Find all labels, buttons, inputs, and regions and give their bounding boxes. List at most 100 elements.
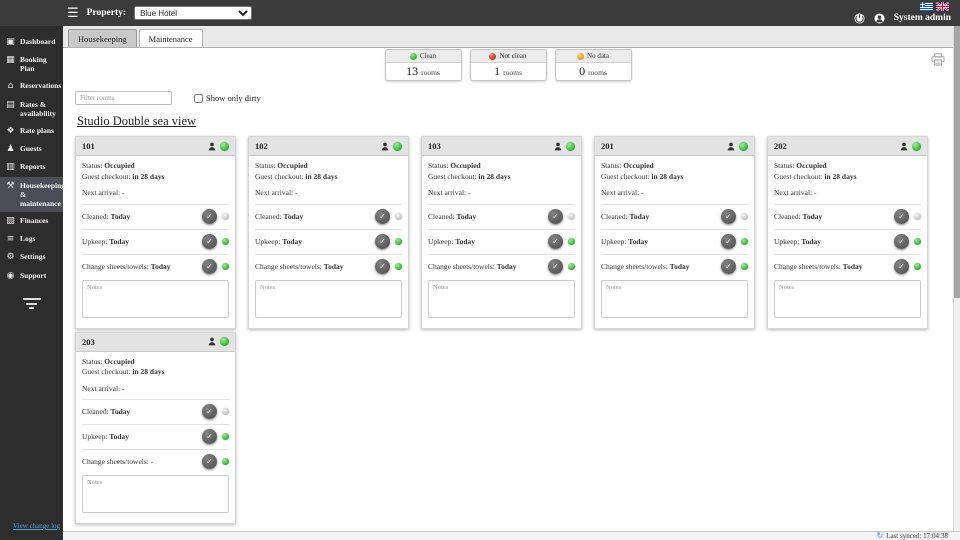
sidebar-item-label: Logs — [20, 234, 36, 244]
task-row-change-sheets-towels: Change sheets/towels: Today ✓ — [601, 253, 748, 274]
room-notes-input[interactable] — [774, 279, 921, 318]
task-complete-button[interactable]: ✓ — [375, 208, 390, 224]
sidebar-item-label: Finances — [20, 215, 49, 225]
show-only-dirty-label: Show only dirty — [206, 93, 261, 103]
property-select[interactable]: Blue Hotel — [134, 6, 253, 20]
task-label: Change sheets/towels: - — [82, 457, 154, 466]
sidebar-item-guests[interactable]: ♟ Guests — [0, 140, 63, 158]
last-synced-text: Last synced: 17:04:38 — [886, 532, 948, 540]
sidebar-item-settings[interactable]: ⚙ Settings — [0, 248, 63, 266]
room-notes-input[interactable] — [428, 279, 575, 318]
filter-row: Show only dirty — [75, 91, 953, 105]
sidebar-item-booking-plan[interactable]: ▦ Booking Plan — [0, 51, 63, 77]
task-label: Change sheets/towels: Today — [82, 261, 171, 271]
room-number: 101 — [82, 141, 95, 151]
room-info-line: Guest checkout: in 28 days — [82, 367, 165, 376]
status-footer: ↻ Last synced: 17:04:38 — [63, 531, 960, 540]
summary-box-clean: Clean 13 rooms — [384, 49, 462, 81]
hamburger-menu-icon[interactable]: ☰ — [67, 7, 79, 20]
tab-bar: Housekeeping Maintenance — [63, 26, 960, 48]
sidebar-item-rates-availability[interactable]: ▤ Rates & availability — [0, 96, 63, 122]
task-complete-button[interactable]: ✓ — [548, 208, 563, 224]
task-complete-button[interactable]: ✓ — [202, 258, 217, 274]
task-label: Upkeep: Today — [82, 236, 130, 246]
task-status-dot — [568, 212, 575, 220]
task-complete-button[interactable]: ✓ — [721, 233, 736, 249]
task-status-dot — [395, 212, 402, 220]
task-label: Change sheets/towels: Today — [601, 261, 690, 271]
filter-rooms-input[interactable] — [75, 91, 172, 105]
sidebar-item-support[interactable]: ◉ Support — [0, 267, 63, 285]
task-complete-button[interactable]: ✓ — [894, 258, 909, 274]
room-number: 202 — [774, 141, 787, 151]
sidebar-item-reports[interactable]: ▥ Reports — [0, 158, 63, 176]
task-complete-button[interactable]: ✓ — [894, 233, 909, 249]
task-row-cleaned: Cleaned: Today ✓ — [428, 203, 575, 224]
task-row-upkeep: Upkeep: Today ✓ — [255, 228, 402, 249]
room-notes-input[interactable] — [82, 475, 229, 513]
tab-maintenance[interactable]: Maintenance — [138, 29, 203, 47]
sidebar-item-rate-plans[interactable]: ❖ Rate plans — [0, 122, 63, 140]
user-icon[interactable] — [874, 12, 885, 24]
show-only-dirty-toggle[interactable]: Show only dirty — [194, 93, 261, 103]
task-complete-button[interactable]: ✓ — [894, 208, 909, 224]
task-status-dot — [741, 262, 748, 270]
sync-icon[interactable]: ↻ — [876, 532, 883, 540]
summary-label: Not clean — [499, 52, 527, 60]
occupied-person-icon — [554, 142, 562, 151]
sidebar-item-housekeeping-maintenance[interactable]: ⚒ Housekeeping & maintenance — [0, 176, 65, 212]
room-info-line: Next arrival: - — [82, 383, 125, 393]
task-complete-button[interactable]: ✓ — [548, 233, 563, 249]
sidebar-item-logs[interactable]: ≡ Logs — [0, 230, 63, 248]
task-status-dot — [568, 237, 575, 245]
room-info-line: Guest checkout: in 28 days — [255, 171, 338, 181]
task-complete-button[interactable]: ✓ — [548, 258, 563, 274]
room-notes-input[interactable] — [255, 279, 402, 318]
support-icon: ◉ — [6, 270, 15, 281]
task-status-dot — [222, 212, 229, 220]
sidebar-item-finances[interactable]: ▨ Finances — [0, 212, 63, 230]
print-icon[interactable] — [931, 53, 945, 66]
room-card-body: Status: Occupied Guest checkout: in 28 da… — [76, 156, 235, 328]
sidebar-collapse-icon[interactable] — [21, 298, 43, 310]
tab-housekeeping[interactable]: Housekeeping — [68, 29, 137, 47]
task-complete-button[interactable]: ✓ — [202, 454, 217, 469]
task-status-dot — [914, 262, 921, 270]
task-label: Cleaned: Today — [428, 211, 477, 221]
scrollbar-thumb[interactable] — [954, 26, 960, 298]
task-complete-button[interactable]: ✓ — [721, 258, 736, 274]
view-change-log-link[interactable]: View change log — [13, 522, 60, 530]
occupied-person-icon — [381, 142, 389, 151]
sidebar-item-dashboard[interactable]: ▣ Dashboard — [0, 33, 63, 51]
task-complete-button[interactable]: ✓ — [202, 208, 217, 224]
task-row-change-sheets-towels: Change sheets/towels: Today ✓ — [428, 253, 575, 274]
task-complete-button[interactable]: ✓ — [202, 429, 217, 444]
room-info-line: Status: Occupied — [82, 356, 135, 366]
room-info-line: Next arrival: - — [82, 188, 125, 197]
task-row-upkeep: Upkeep: Today ✓ — [428, 228, 575, 249]
room-card-body: Status: Occupied Guest checkout: in 28 da… — [76, 352, 235, 524]
room-info-line: Next arrival: - — [255, 188, 298, 197]
task-complete-button[interactable]: ✓ — [375, 258, 390, 274]
task-status-dot — [222, 433, 229, 440]
room-notes-input[interactable] — [601, 279, 748, 318]
room-info-line: Status: Occupied — [774, 161, 827, 170]
task-label: Cleaned: Today — [774, 211, 823, 221]
power-icon[interactable] — [854, 12, 865, 24]
greek-flag-icon[interactable] — [920, 2, 933, 11]
room-notes-input[interactable] — [82, 279, 229, 318]
logs-icon: ≡ — [6, 234, 15, 245]
task-complete-button[interactable]: ✓ — [721, 208, 736, 224]
room-info-line: Guest checkout: in 28 days — [601, 171, 684, 181]
user-name[interactable]: System admin — [894, 13, 951, 23]
uk-flag-icon[interactable] — [935, 1, 950, 12]
room-number: 102 — [255, 141, 268, 151]
task-complete-button[interactable]: ✓ — [202, 404, 217, 419]
vertical-scrollbar[interactable] — [953, 26, 960, 531]
task-complete-button[interactable]: ✓ — [202, 233, 217, 249]
sidebar-item-reservations[interactable]: ⌂ Reservations — [0, 77, 63, 95]
show-only-dirty-checkbox[interactable] — [194, 93, 203, 103]
task-complete-button[interactable]: ✓ — [375, 233, 390, 249]
task-status-dot — [222, 237, 229, 245]
task-row-change-sheets-towels: Change sheets/towels: Today ✓ — [255, 253, 402, 274]
